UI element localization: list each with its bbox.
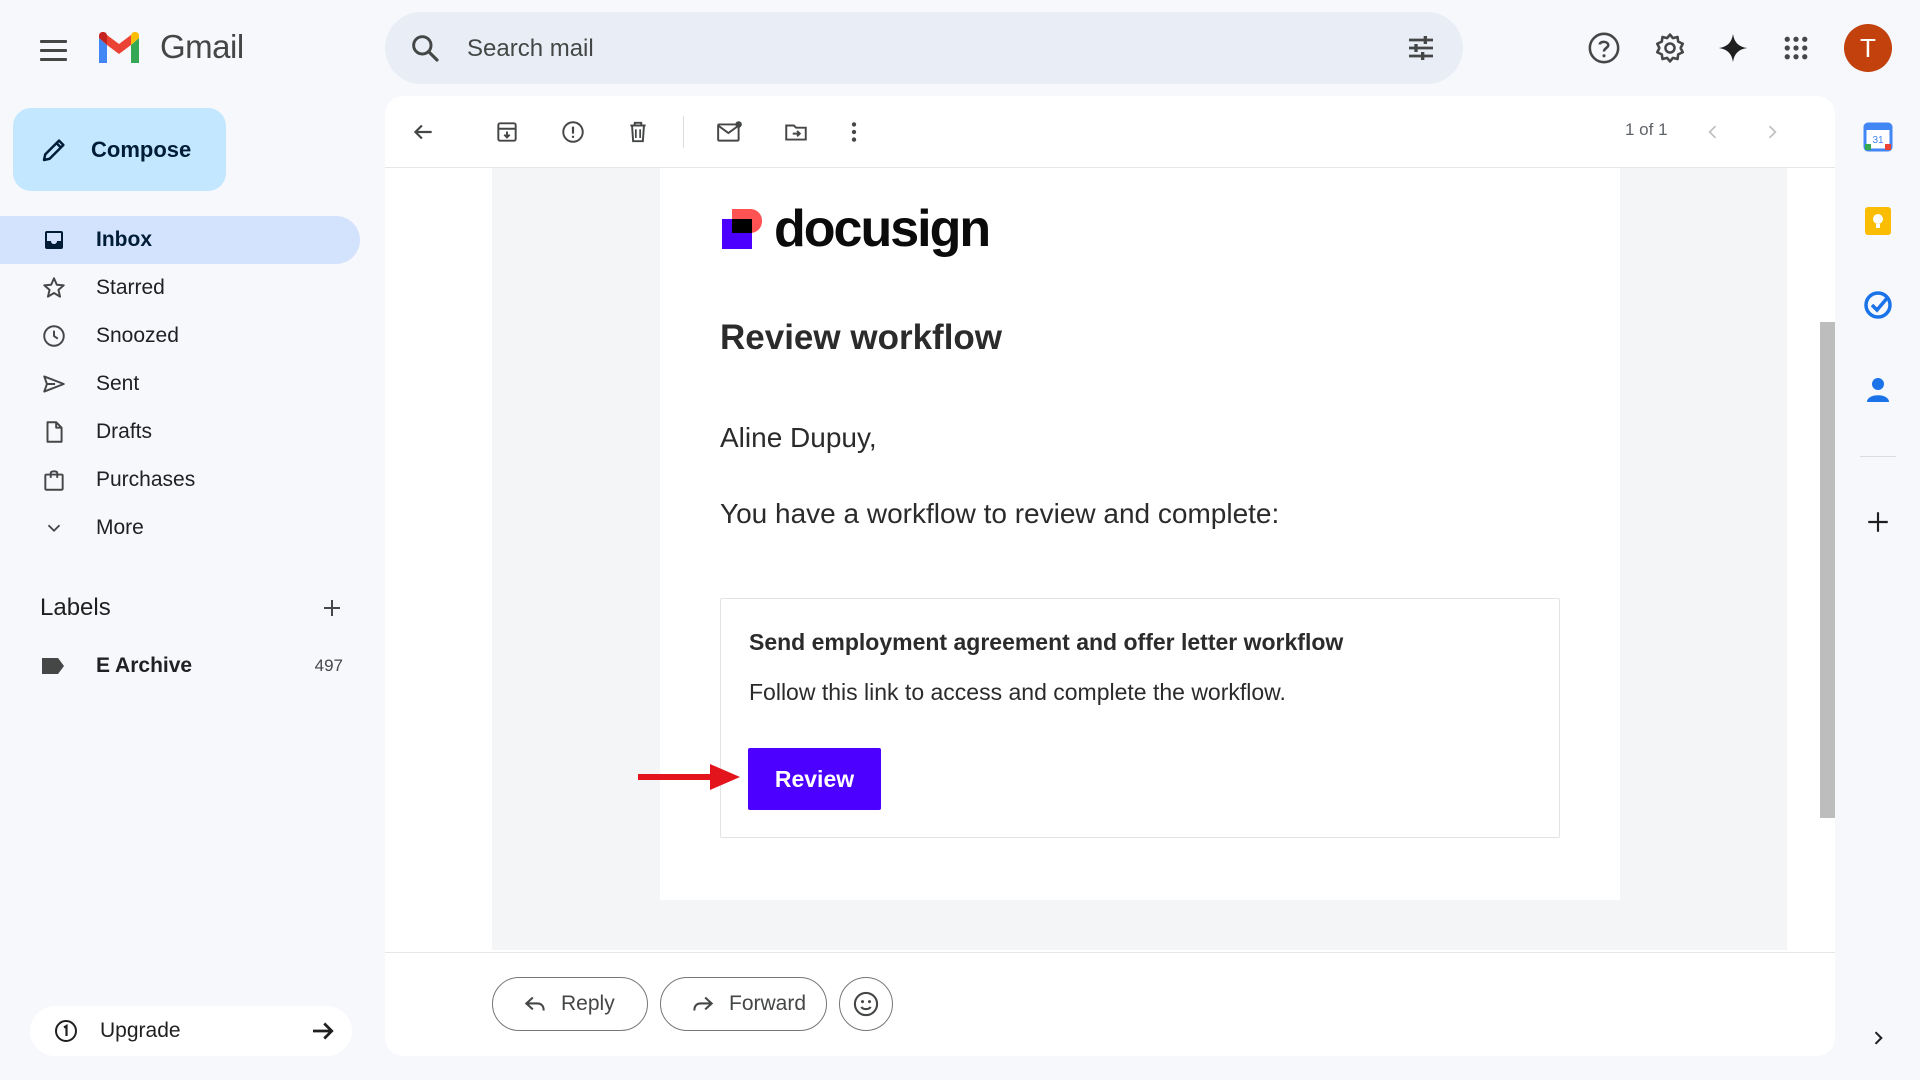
message-toolbar: 1 of 1 [385,96,1835,168]
docusign-logo-icon [722,209,762,249]
review-button[interactable]: Review [748,748,881,810]
sidebar-item-sent[interactable]: Sent [0,360,360,408]
clock-icon [38,320,70,352]
message-view: 1 of 1 docusign Review workflow Aline Du… [385,96,1835,1056]
chevron-down-icon [38,512,70,544]
draft-icon [38,416,70,448]
show-side-panel-chevron-icon[interactable] [1858,1018,1898,1058]
settings-gear-icon[interactable] [1650,28,1690,68]
workflow-description: Follow this link to access and complete … [749,679,1286,705]
mark-unread-icon[interactable] [712,114,748,150]
sidebar-item-label: Snoozed [96,324,179,347]
google-keep-icon[interactable] [1858,201,1898,241]
shopping-bag-icon [38,464,70,496]
pagination-text: 1 of 1 [1625,120,1668,139]
main-menu-button[interactable] [36,32,72,68]
emoji-reaction-button[interactable] [839,977,893,1031]
menu-bar [40,48,67,52]
sidebar-item-snoozed[interactable]: Snoozed [0,312,360,360]
help-icon[interactable] [1584,28,1624,68]
menu-bar [40,57,67,61]
sidebar-item-label: Drafts [96,420,153,443]
forward-button[interactable]: Forward [660,977,827,1031]
sidebar-nav: Inbox Starred Snoozed Sent Drafts Purcha… [0,216,360,552]
search-input[interactable]: Search mail [467,35,594,63]
gemini-sparkle-icon[interactable] [1713,28,1753,68]
upgrade-button[interactable]: Upgrade [30,1006,352,1056]
email-heading: Review workflow [720,318,1003,357]
sidebar-item-more[interactable]: More [0,504,360,552]
back-arrow-icon[interactable] [405,114,441,150]
side-panel-divider [1860,456,1896,457]
sidebar-item-label: Inbox [96,228,152,251]
search-options-icon[interactable] [1405,32,1437,64]
search-icon[interactable] [409,32,441,64]
google-contacts-icon[interactable] [1858,370,1898,410]
google-calendar-icon[interactable]: 31 [1858,117,1898,157]
chevron-right-icon[interactable] [1754,114,1790,150]
compose-button[interactable]: Compose [13,108,226,191]
sidebar-item-purchases[interactable]: Purchases [0,456,360,504]
red-arrow-annotation-icon [638,764,740,790]
sidebar-item-drafts[interactable]: Drafts [0,408,360,456]
reply-icon [521,990,549,1018]
sidebar-item-inbox[interactable]: Inbox [0,216,360,264]
forward-label: Forward [729,992,807,1015]
menu-bar [40,39,67,43]
gmail-logo-icon[interactable] [96,30,142,66]
sidebar-item-label: More [96,516,144,539]
app-name: Gmail [160,28,244,65]
trash-icon[interactable] [620,114,656,150]
add-label-icon[interactable] [316,592,348,624]
workflow-title: Send employment agreement and offer lett… [749,629,1344,655]
sidebar-item-starred[interactable]: Starred [0,264,360,312]
label-name: E Archive [96,654,193,677]
email-greeting: Aline Dupuy, [720,422,877,453]
smiley-icon [853,991,879,1017]
label-tag-icon [40,652,68,680]
email-body: docusign Review workflow Aline Dupuy, Yo… [492,168,1787,950]
label-count: 497 [314,656,343,675]
labels-heading: Labels [40,594,111,621]
workflow-box: Send employment agreement and offer lett… [638,598,1560,838]
forward-icon [689,990,717,1018]
reply-actions: Reply Forward [385,952,1835,1056]
account-avatar[interactable]: T [1844,24,1892,72]
sidebar-item-label: Sent [96,372,140,395]
report-spam-icon[interactable] [555,114,591,150]
send-icon [38,368,70,400]
more-vert-icon[interactable] [836,114,872,150]
move-to-icon[interactable] [778,114,814,150]
archive-icon[interactable] [489,114,525,150]
add-addon-icon[interactable] [1858,502,1898,542]
reply-button[interactable]: Reply [492,977,648,1031]
docusign-logo: docusign [720,200,991,258]
google-tasks-icon[interactable] [1858,285,1898,325]
sidebar-item-label: Purchases [96,468,196,491]
label-item-e-archive[interactable]: E Archive 497 [0,642,360,690]
chevron-left-icon[interactable] [1695,114,1731,150]
email-content-card: docusign Review workflow Aline Dupuy, Yo… [638,168,1620,900]
apps-grid-icon[interactable] [1776,28,1816,68]
email-intro: You have a workflow to review and comple… [720,498,1280,529]
pencil-icon [42,138,65,161]
search-bar[interactable]: Search mail [385,12,1463,84]
compose-label: Compose [91,136,192,162]
toolbar-divider [683,116,684,148]
upgrade-icon [52,1017,80,1045]
sidebar-item-label: Starred [96,276,165,299]
reply-label: Reply [561,992,615,1015]
star-icon [38,272,70,304]
scrollbar-thumb[interactable] [1820,322,1835,818]
calendar-day: 31 [1872,135,1884,146]
inbox-icon [38,224,70,256]
upgrade-label: Upgrade [100,1019,181,1042]
docusign-wordmark: docusign [774,200,991,258]
arrow-right-icon [313,1022,334,1040]
